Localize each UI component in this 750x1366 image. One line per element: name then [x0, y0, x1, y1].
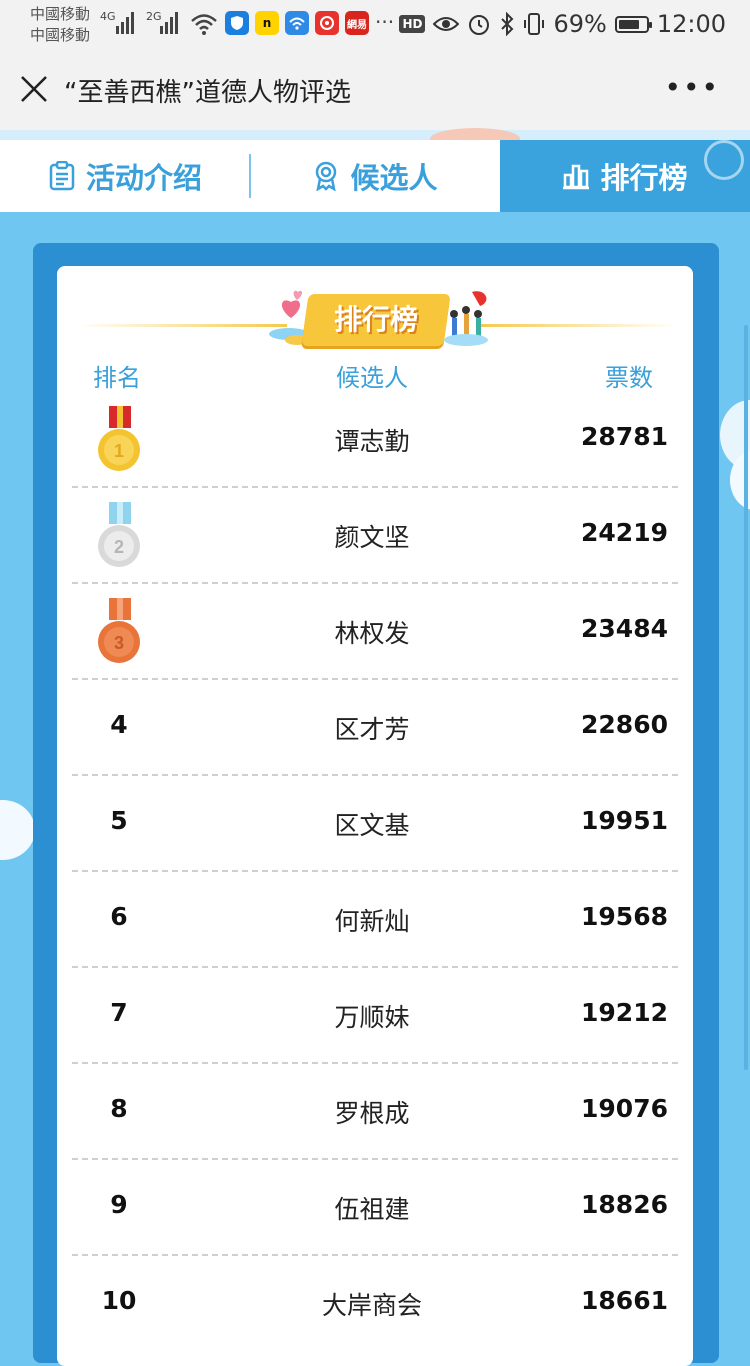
hd-icon: HD	[399, 15, 426, 33]
vote-count: 23484	[581, 614, 668, 643]
rank-number: 7	[110, 998, 128, 1027]
table-row[interactable]: 5 区文基 19951	[72, 776, 678, 872]
music-app-icon	[315, 11, 339, 35]
leaderboard-banner: 排行榜	[57, 288, 693, 358]
battery-percent: 69%	[553, 10, 607, 38]
tab-candidates[interactable]: 候选人	[250, 140, 500, 212]
eye-icon	[433, 17, 460, 31]
candidate-name: 区才芳	[334, 715, 410, 744]
n-app-icon: n	[255, 11, 279, 35]
table-row[interactable]: 1 谭志勤 28781	[72, 392, 678, 488]
vote-count: 19212	[581, 998, 668, 1027]
title-bar: “至善西樵”道德人物评选 •••	[0, 50, 750, 130]
page-title: “至善西樵”道德人物评选	[64, 78, 351, 108]
candidate-name: 谭志勤	[334, 427, 410, 456]
page-scrollbar[interactable]	[744, 325, 748, 1070]
table-row[interactable]: 9 伍祖建 18826	[72, 1160, 678, 1256]
tab-bar: 活动介绍 候选人 排行榜	[0, 140, 750, 212]
table-row[interactable]: 2 颜文坚 24219	[72, 488, 678, 584]
close-icon[interactable]	[18, 73, 50, 105]
more-notifications-icon: ···	[375, 10, 395, 34]
bluetooth-icon	[501, 12, 514, 36]
tab-intro-label: 活动介绍	[85, 161, 202, 195]
rank-number: 9	[110, 1190, 128, 1219]
wifi-app-icon	[285, 11, 309, 35]
candidate-name: 颜文坚	[334, 523, 410, 552]
banner-line-left	[77, 324, 287, 327]
candidate-name: 伍祖建	[334, 1195, 410, 1224]
carrier-1: 中國移動	[30, 5, 91, 23]
candidate-name: 何新灿	[334, 907, 410, 936]
header-votes: 票数	[605, 364, 653, 392]
rank-number: 5	[110, 806, 128, 835]
banner-line-right	[477, 324, 677, 327]
candidate-name: 罗根成	[334, 1099, 410, 1128]
more-options-button[interactable]: •••	[664, 74, 720, 102]
candidate-name: 万顺妹	[334, 1003, 410, 1032]
gold-medal-icon: 1	[98, 406, 140, 471]
candidate-name: 区文基	[334, 811, 410, 840]
signal-icon-2	[160, 12, 178, 34]
rank-number: 8	[110, 1094, 128, 1123]
vibrate-icon	[524, 13, 545, 35]
tab-intro[interactable]: 活动介绍	[0, 140, 250, 212]
table-row[interactable]: 4 区才芳 22860	[72, 680, 678, 776]
table-row[interactable]: 10 大岸商会 18661	[72, 1256, 678, 1352]
table-row[interactable]: 7 万顺妹 19212	[72, 968, 678, 1064]
cloud-decoration	[0, 800, 35, 860]
rank-number: 4	[110, 710, 128, 739]
clipboard-icon	[49, 161, 75, 191]
floating-ball-icon[interactable]	[704, 140, 744, 180]
signal-icon	[116, 12, 134, 34]
table-row[interactable]: 3 林权发 23484	[72, 584, 678, 680]
table-row[interactable]: 8 罗根成 19076	[72, 1064, 678, 1160]
cheering-people-icon	[444, 291, 488, 346]
vote-count: 19568	[581, 902, 668, 931]
svg-text:1: 1	[114, 441, 124, 461]
vote-count: 19076	[581, 1094, 668, 1123]
vote-count: 19951	[581, 806, 668, 835]
tab-ranking[interactable]: 排行榜	[500, 140, 750, 212]
status-right: HD 69% 12:00	[399, 10, 726, 38]
rank-number: 10	[101, 1286, 137, 1315]
header-rank: 排名	[93, 364, 141, 392]
carrier-labels: 中國移動 中國移動	[30, 4, 90, 46]
leaderboard-panel: 排行榜 排名 候选人 票数 1 谭志勤 28781 2 颜文坚 24219 3 …	[57, 266, 693, 1366]
tab-ranking-label: 排行榜	[600, 161, 688, 195]
clock: 12:00	[656, 10, 726, 38]
network-type-1: 4G	[100, 10, 116, 23]
alarm-icon	[469, 15, 490, 35]
shield-app-icon	[225, 11, 249, 35]
vote-count: 24219	[581, 518, 668, 547]
leaderboard-title: 排行榜	[333, 303, 418, 336]
candidate-name: 林权发	[334, 619, 410, 648]
bar-chart-icon	[563, 164, 590, 190]
vote-count: 18661	[581, 1286, 668, 1315]
silver-medal-icon: 2	[98, 502, 140, 567]
vote-count: 22860	[581, 710, 668, 739]
header-candidate: 候选人	[336, 364, 408, 392]
svg-text:2: 2	[114, 537, 124, 557]
award-ribbon-icon	[316, 161, 337, 191]
netease-app-icon: 網易	[345, 11, 369, 35]
table-row[interactable]: 6 何新灿 19568	[72, 872, 678, 968]
svg-text:3: 3	[114, 633, 124, 653]
candidate-name: 大岸商会	[321, 1291, 422, 1320]
tab-candidates-label: 候选人	[350, 161, 438, 195]
status-bar: 中國移動 中國移動 4G 2G n 網易 ··· HD 69% 12:00	[0, 0, 750, 50]
vote-count: 28781	[581, 422, 668, 451]
battery-icon	[614, 15, 652, 33]
wifi-icon	[191, 14, 217, 35]
bronze-medal-icon: 3	[98, 598, 140, 663]
rank-number: 6	[110, 902, 128, 931]
notification-icons: n 網易 ···	[225, 11, 394, 39]
carrier-2: 中國移動	[30, 26, 91, 44]
vote-count: 18826	[581, 1190, 668, 1219]
